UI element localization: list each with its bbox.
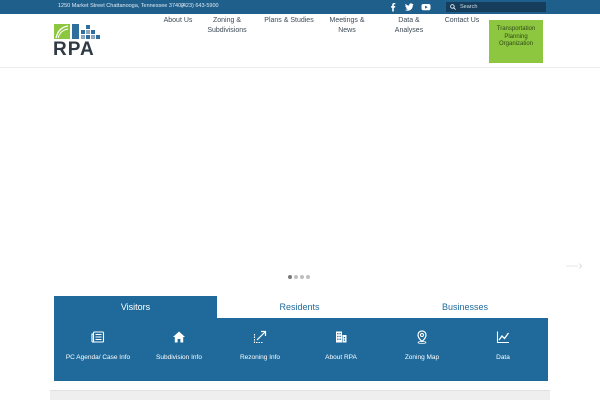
slider-dot-1[interactable] xyxy=(288,275,292,279)
hero-slider xyxy=(0,69,600,289)
quick-link-subdivision-info[interactable]: Subdivision Info xyxy=(138,318,220,381)
logo-text: RPA xyxy=(53,39,95,60)
search-icon[interactable] xyxy=(450,4,456,10)
tab-businesses[interactable]: Businesses xyxy=(382,296,548,318)
building-icon xyxy=(336,331,347,343)
map-pin-icon xyxy=(417,330,427,344)
resize-icon xyxy=(253,330,267,344)
quick-link-about-rpa[interactable]: About RPA xyxy=(300,318,382,381)
slider-dot-3[interactable] xyxy=(300,275,304,279)
audience-tabs: Visitors Residents Businesses xyxy=(54,296,548,318)
search-input[interactable] xyxy=(460,2,544,12)
rpa-logo[interactable]: RPA xyxy=(53,20,119,62)
nav-data-analyses[interactable]: Data & Analyses xyxy=(390,16,428,36)
nav-plans-studies[interactable]: Plans & Studies xyxy=(263,16,315,26)
quick-link-label: Rezoning Info xyxy=(239,354,281,361)
tab-residents[interactable]: Residents xyxy=(217,296,382,318)
nav-contact-us[interactable]: Contact Us xyxy=(440,16,484,26)
quick-link-pc-agenda[interactable]: PC Agenda/ Case Info xyxy=(57,318,139,381)
top-bar: 1250 Market Street Chattanooga, Tennesse… xyxy=(0,0,600,14)
phone-link[interactable]: (423) 643-5900 xyxy=(181,3,219,9)
nav-about-us[interactable]: About Us xyxy=(158,16,198,26)
slider-next-arrow-icon[interactable] xyxy=(566,263,583,271)
quick-link-label: PC Agenda/ Case Info xyxy=(65,354,131,361)
site-header: RPA About Us Zoning & Subdivisions Plans… xyxy=(0,14,600,68)
tab-visitors[interactable]: Visitors xyxy=(54,296,217,318)
slider-dot-2[interactable] xyxy=(294,275,298,279)
quick-link-data[interactable]: Data xyxy=(462,318,544,381)
address-text: 1250 Market Street Chattanooga, Tennesse… xyxy=(58,3,185,9)
facebook-icon[interactable] xyxy=(388,2,398,12)
youtube-icon[interactable] xyxy=(421,2,431,12)
newspaper-icon xyxy=(91,331,105,343)
line-chart-icon xyxy=(496,331,510,344)
quick-link-rezoning-info[interactable]: Rezoning Info xyxy=(219,318,301,381)
nav-zoning-subdivisions[interactable]: Zoning & Subdivisions xyxy=(205,16,249,36)
quick-link-label: About RPA xyxy=(325,354,357,361)
quick-link-zoning-map[interactable]: Zoning Map xyxy=(381,318,463,381)
quick-link-label: Subdivision Info xyxy=(156,354,202,361)
search-box xyxy=(446,2,546,12)
quick-link-label: Zoning Map xyxy=(404,354,440,361)
tpo-button[interactable]: Transportation Planning Organization xyxy=(489,20,543,63)
content-section-top xyxy=(50,390,550,400)
quick-links-panel: PC Agenda/ Case Info Subdivision Info Re… xyxy=(54,318,548,381)
twitter-icon[interactable] xyxy=(404,2,414,12)
nav-meetings-news[interactable]: Meetings & News xyxy=(327,16,367,36)
home-icon xyxy=(173,331,185,343)
slider-dot-4[interactable] xyxy=(306,275,310,279)
quick-link-label: Data xyxy=(496,354,510,361)
